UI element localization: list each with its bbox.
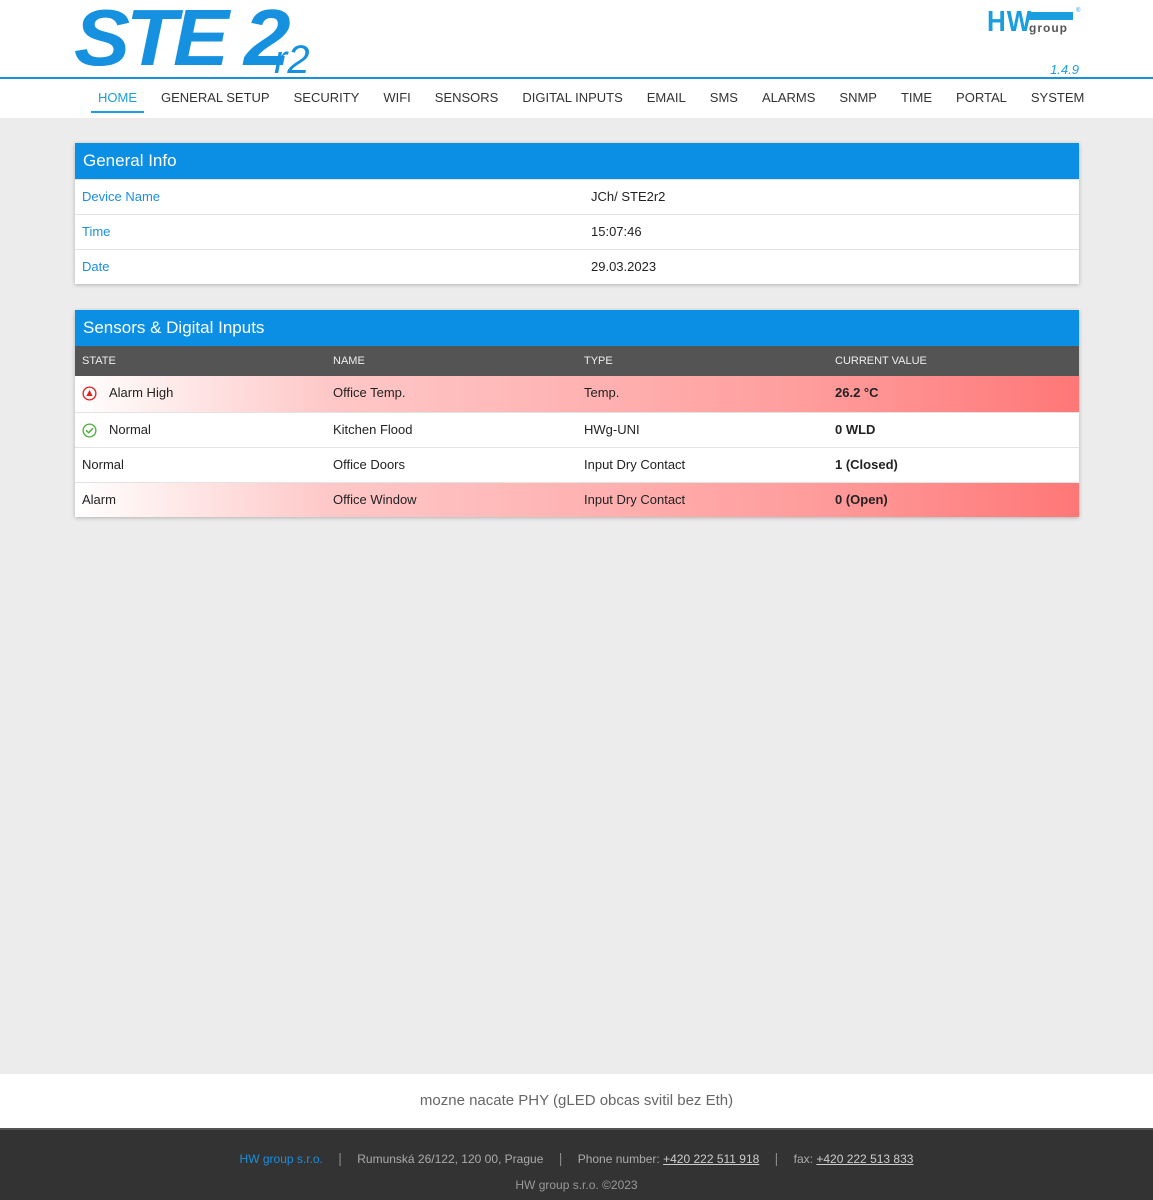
state-text: Alarm High	[109, 385, 174, 400]
input-value: 1 (Closed)	[835, 457, 898, 472]
info-row-date: Date 29.03.2023	[75, 249, 1079, 284]
info-row-device-name: Device Name JCh/ STE2r2	[75, 179, 1079, 214]
table-row[interactable]: Normal Office Doors Input Dry Contact 1 …	[75, 447, 1079, 482]
footer: HW group s.r.o. | Rumunská 26/122, 120 0…	[0, 1128, 1153, 1200]
nav-snmp[interactable]: SNMP	[827, 79, 889, 117]
column-header-current-value: CURRENT VALUE	[835, 355, 927, 367]
state-text: Normal	[82, 457, 124, 472]
sensor-type: HWg-UNI	[584, 422, 640, 437]
state-text: Normal	[109, 422, 151, 437]
alarm-high-icon	[82, 386, 97, 401]
info-value: 15:07:46	[591, 224, 642, 239]
nav-security[interactable]: SECURITY	[282, 79, 372, 117]
sensors-table-header: STATE NAME TYPE CURRENT VALUE	[75, 346, 1079, 376]
firmware-version: 1.4.9	[1050, 62, 1079, 77]
nav-home[interactable]: HOME	[86, 79, 149, 117]
info-value: 29.03.2023	[591, 259, 657, 274]
sensor-value: 26.2 °C	[835, 385, 879, 400]
footer-phone-link[interactable]: +420 222 511 918	[663, 1152, 759, 1166]
footer-contact: HW group s.r.o. | Rumunská 26/122, 120 0…	[0, 1150, 1153, 1166]
input-name: Office Doors	[333, 457, 406, 472]
info-label: Date	[82, 259, 110, 274]
sensor-name: Office Temp.	[333, 385, 406, 400]
logo-main: STE 2	[74, 0, 291, 82]
nav-system[interactable]: SYSTEM	[1019, 79, 1096, 117]
nav-portal[interactable]: PORTAL	[944, 79, 1019, 117]
footer-fax-link[interactable]: +420 222 513 833	[816, 1152, 913, 1166]
notice-text: mozne nacate PHY (gLED obcas svitil bez …	[0, 1074, 1153, 1128]
nav-sms[interactable]: SMS	[698, 79, 750, 117]
main-nav: HOME GENERAL SETUP SECURITY WIFI SENSORS…	[86, 79, 1096, 117]
input-name: Office Window	[333, 492, 417, 507]
hw-logo-text: HW	[987, 4, 1033, 38]
input-type: Input Dry Contact	[584, 457, 686, 472]
sensor-value: 0 WLD	[835, 422, 876, 437]
info-value: JCh/ STE2r2	[591, 189, 666, 204]
registered-mark: ®	[1076, 8, 1081, 14]
general-info-title: General Info	[75, 143, 1079, 179]
footer-separator: |	[558, 1150, 563, 1166]
column-header-state: STATE	[82, 355, 116, 367]
nav-time[interactable]: TIME	[889, 79, 944, 117]
sensors-title: Sensors & Digital Inputs	[75, 310, 1079, 346]
footer-address: Rumunská 26/122, 120 00, Prague	[357, 1152, 544, 1166]
footer-fax-label: fax:	[793, 1152, 813, 1166]
table-row[interactable]: Normal Kitchen Flood HWg-UNI 0 WLD	[75, 412, 1079, 447]
info-label: Time	[82, 224, 111, 239]
nav-wifi[interactable]: WIFI	[371, 79, 422, 117]
column-header-name: NAME	[333, 355, 365, 367]
sensor-name: Kitchen Flood	[333, 422, 413, 437]
logo-suffix: r2	[274, 38, 310, 82]
footer-phone-label: Phone number:	[577, 1152, 660, 1166]
hw-logo-group: group	[1029, 21, 1068, 35]
state-text: Alarm	[82, 492, 116, 507]
hw-logo-bar	[1029, 12, 1073, 20]
hw-group-logo[interactable]: HW group ®	[987, 4, 1082, 38]
footer-separator: |	[774, 1150, 779, 1166]
column-header-type: TYPE	[584, 355, 613, 367]
sensors-card: Sensors & Digital Inputs STATE NAME TYPE…	[75, 310, 1079, 517]
input-type: Input Dry Contact	[584, 492, 686, 507]
check-icon	[82, 423, 97, 438]
nav-email[interactable]: EMAIL	[635, 79, 698, 117]
info-row-time: Time 15:07:46	[75, 214, 1079, 249]
input-value: 0 (Open)	[835, 492, 888, 507]
nav-digital-inputs[interactable]: DIGITAL INPUTS	[510, 79, 634, 117]
nav-sensors[interactable]: SENSORS	[423, 79, 511, 117]
nav-alarms[interactable]: ALARMS	[750, 79, 827, 117]
nav-general-setup[interactable]: GENERAL SETUP	[149, 79, 282, 117]
header: STE 2 r2 HW group ® 1.4.9 HOME GENERAL S…	[0, 0, 1153, 118]
table-row[interactable]: Alarm High Office Temp. Temp. 26.2 °C	[75, 376, 1079, 412]
table-row[interactable]: Alarm Office Window Input Dry Contact 0 …	[75, 482, 1079, 517]
footer-separator: |	[338, 1150, 342, 1166]
sensor-type: Temp.	[584, 385, 620, 400]
footer-company-link[interactable]: HW group s.r.o.	[240, 1152, 323, 1166]
info-label: Device Name	[82, 189, 161, 204]
general-info-card: General Info Device Name JCh/ STE2r2 Tim…	[75, 143, 1079, 284]
footer-copyright: HW group s.r.o. ©2023	[515, 1178, 638, 1192]
